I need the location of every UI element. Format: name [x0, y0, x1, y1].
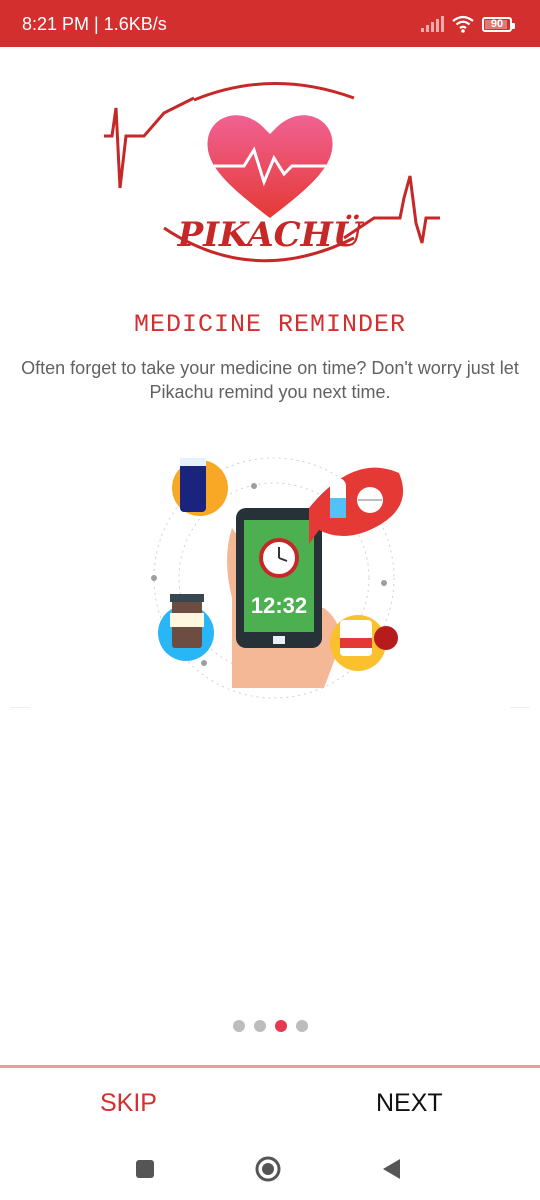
wifi-icon [452, 15, 474, 33]
signal-icon [421, 16, 444, 32]
pikachu-logo: PIKACHÜ [104, 82, 440, 263]
page-indicator [0, 1020, 540, 1032]
page-dot-2[interactable] [253, 1020, 266, 1032]
page-dot-4[interactable] [295, 1020, 308, 1032]
recent-apps-button[interactable] [130, 1154, 160, 1184]
divider-right [510, 707, 530, 708]
footer-divider [0, 1065, 540, 1068]
system-nav-bar [0, 1140, 540, 1200]
logo-brand-text: PIKACHÜ [177, 214, 365, 255]
page-dot-3-active[interactable] [274, 1020, 287, 1032]
battery-icon: 90 [482, 16, 515, 32]
square-icon [136, 1160, 154, 1178]
triangle-back-icon [383, 1159, 400, 1179]
illustration-clock-time: 12:32 [251, 593, 307, 618]
divider-left [10, 707, 30, 708]
status-bar: 8:21 PM | 1.6KB/s 90 [0, 0, 540, 47]
skip-button[interactable]: SKIP [100, 1089, 157, 1118]
next-button[interactable]: NEXT [376, 1089, 443, 1118]
back-button[interactable] [376, 1154, 406, 1184]
home-button[interactable] [253, 1154, 283, 1184]
onboarding-description: Often forget to take your medicine on ti… [21, 358, 519, 402]
onboarding-title: MEDICINE REMINDER [133, 310, 407, 339]
status-icons: 90 [420, 14, 515, 34]
phone-reminder-illustration: 12:32 [151, 457, 404, 699]
page-dot-1[interactable] [232, 1020, 245, 1032]
status-time-speed: 8:21 PM | 1.6KB/s [22, 14, 167, 34]
battery-level: 90 [490, 17, 504, 30]
circle-icon [255, 1156, 281, 1182]
